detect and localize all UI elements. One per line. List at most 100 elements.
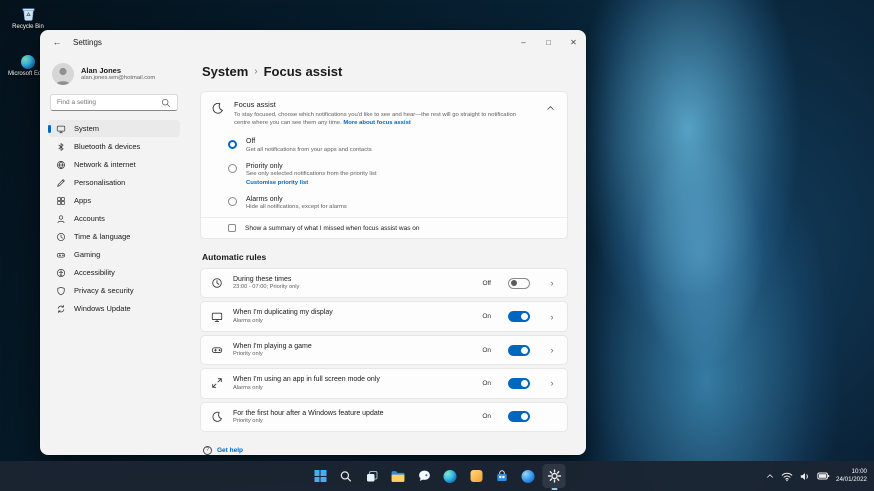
wifi-icon[interactable] [781, 471, 793, 482]
taskbar-search-button[interactable] [335, 464, 358, 488]
edge-button[interactable] [439, 464, 462, 488]
gamepad-icon [211, 347, 223, 353]
chat-bubble-icon [418, 470, 430, 481]
start-button[interactable] [309, 464, 332, 488]
sidebar-item-accessibility[interactable]: Accessibility [48, 264, 180, 281]
edge-icon [443, 469, 457, 483]
gamepad-icon [56, 252, 66, 258]
search-icon [340, 470, 352, 482]
chevron-right-icon[interactable]: › [547, 378, 557, 388]
rule-subtitle: Alarms only [233, 317, 263, 324]
volume-icon[interactable] [799, 471, 811, 482]
sidebar-item-personalisation[interactable]: Personalisation [48, 174, 180, 191]
focus-option-alarms-only[interactable]: Alarms only Hide all notifications, exce… [201, 191, 567, 216]
chevron-up-icon[interactable] [546, 104, 555, 113]
rule-subtitle: Priority only [233, 351, 263, 358]
toggle-switch[interactable] [508, 377, 530, 389]
sidebar-item-apps[interactable]: Apps [48, 192, 180, 209]
focus-option-off[interactable]: Off Get all notifications from your apps… [201, 133, 567, 158]
toggle-switch[interactable] [508, 344, 530, 356]
toggle-switch[interactable] [508, 277, 530, 289]
chevron-right-icon[interactable]: › [547, 278, 557, 288]
settings-button-active[interactable] [542, 464, 566, 488]
sidebar-item-label: Gaming [74, 250, 101, 259]
rule-duplicating-display[interactable]: When I'm duplicating my display Alarms o… [200, 301, 568, 332]
back-button[interactable]: ← [50, 37, 64, 47]
automatic-rules-heading: Automatic rules [202, 252, 267, 263]
tray-chevron-up-icon[interactable] [765, 471, 775, 481]
sidebar-item-network-internet[interactable]: Network & internet [48, 156, 180, 173]
chevron-right-icon[interactable]: › [547, 312, 557, 322]
person-icon [57, 214, 65, 223]
rule-full-screen-app[interactable]: When I'm using an app in full screen mod… [200, 368, 568, 399]
chevron-right-icon[interactable]: › [547, 345, 557, 355]
battery-icon[interactable] [817, 471, 830, 481]
shield-icon [57, 286, 65, 295]
rule-playing-a-game[interactable]: When I'm playing a game Priority only On… [200, 334, 568, 366]
sidebar-item-label: Bluetooth & devices [74, 142, 141, 151]
chat-button[interactable] [413, 464, 436, 488]
more-about-focus-assist-link[interactable]: More about focus assist [343, 120, 410, 126]
sidebar-item-system[interactable]: System [48, 120, 180, 137]
sidebar-item-label: Accessibility [74, 268, 115, 277]
brush-icon [57, 178, 65, 187]
toggle-switch[interactable] [508, 411, 530, 423]
sidebar-item-label: Personalisation [74, 178, 126, 187]
taskbar-app-button-2[interactable] [517, 464, 540, 488]
toggle-state-label: On [482, 413, 491, 421]
app-icon [521, 469, 535, 483]
taskbar-clock[interactable]: 10:00 24/01/2022 [836, 468, 867, 484]
checkbox-unchecked-icon[interactable] [228, 224, 236, 233]
task-view-button[interactable] [361, 464, 384, 488]
sidebar-item-time-language[interactable]: Time & language [48, 228, 180, 245]
radio-selected-icon[interactable] [228, 139, 237, 149]
settings-search[interactable] [50, 94, 178, 111]
toggle-state-label: On [482, 346, 491, 354]
system-tray: 10:00 24/01/2022 [765, 461, 867, 491]
customise-priority-list-link[interactable]: Customise priority list [246, 180, 377, 186]
edge-icon [21, 55, 35, 69]
summary-checkbox-label: Show a summary of what I missed when foc… [245, 224, 420, 232]
user-email: alan.jones.wm@hotmail.com [81, 75, 156, 82]
focus-assist-header[interactable]: Focus assist To stay focused, choose whi… [201, 92, 567, 133]
store-button[interactable] [491, 464, 514, 488]
toggle-switch[interactable] [508, 311, 530, 323]
sidebar-item-windows-update[interactable]: Windows Update [48, 300, 180, 317]
maximize-button[interactable]: □ [536, 30, 561, 54]
radio-unselected-icon[interactable] [228, 164, 237, 174]
summary-checkbox-row[interactable]: Show a summary of what I missed when foc… [201, 217, 567, 238]
store-bag-icon [497, 469, 507, 481]
get-help-link[interactable]: Get help [217, 447, 243, 454]
monitor-icon [211, 312, 223, 322]
radio-unselected-icon[interactable] [228, 197, 237, 207]
rule-after-feature-update[interactable]: For the first hour after a Windows featu… [200, 401, 568, 432]
folder-icon [391, 470, 405, 482]
taskbar-app-button-1[interactable] [465, 464, 488, 488]
sidebar-item-label: Windows Update [74, 304, 131, 313]
task-view-icon [367, 470, 378, 481]
page-title: Focus assist [263, 64, 343, 79]
titlebar: ← Settings – □ ✕ [40, 30, 586, 54]
sidebar-item-gaming[interactable]: Gaming [48, 246, 180, 263]
file-explorer-button[interactable] [387, 464, 410, 488]
user-name: Alan Jones [81, 65, 122, 75]
desktop-icon-recycle-bin[interactable]: Recycle Bin [2, 5, 54, 30]
sidebar-item-privacy-security[interactable]: Privacy & security [48, 282, 180, 299]
rule-title: When I'm using an app in full screen mod… [233, 376, 380, 384]
sidebar-item-bluetooth-devices[interactable]: Bluetooth & devices [48, 138, 180, 155]
windows-logo-icon [314, 470, 326, 482]
sidebar-item-accounts[interactable]: Accounts [48, 210, 180, 227]
breadcrumb-parent[interactable]: System [202, 64, 248, 79]
close-button[interactable]: ✕ [561, 30, 586, 54]
get-help[interactable]: ? Get help [203, 445, 568, 455]
window-title: Settings [73, 37, 102, 47]
rule-title: When I'm playing a game [233, 342, 312, 350]
clock-time: 10:00 [851, 467, 867, 475]
minimize-button[interactable]: – [511, 30, 536, 54]
user-profile[interactable]: Alan Jones alan.jones.wm@hotmail.com [48, 58, 180, 94]
focus-option-priority-only[interactable]: Priority only See only selected notifica… [201, 158, 567, 191]
search-input[interactable] [57, 99, 161, 106]
sidebar-item-label: Privacy & security [74, 286, 134, 295]
toggle-state-label: On [482, 313, 491, 321]
rule-during-these-times[interactable]: During these times 23:00 - 07:00; Priori… [200, 268, 568, 299]
